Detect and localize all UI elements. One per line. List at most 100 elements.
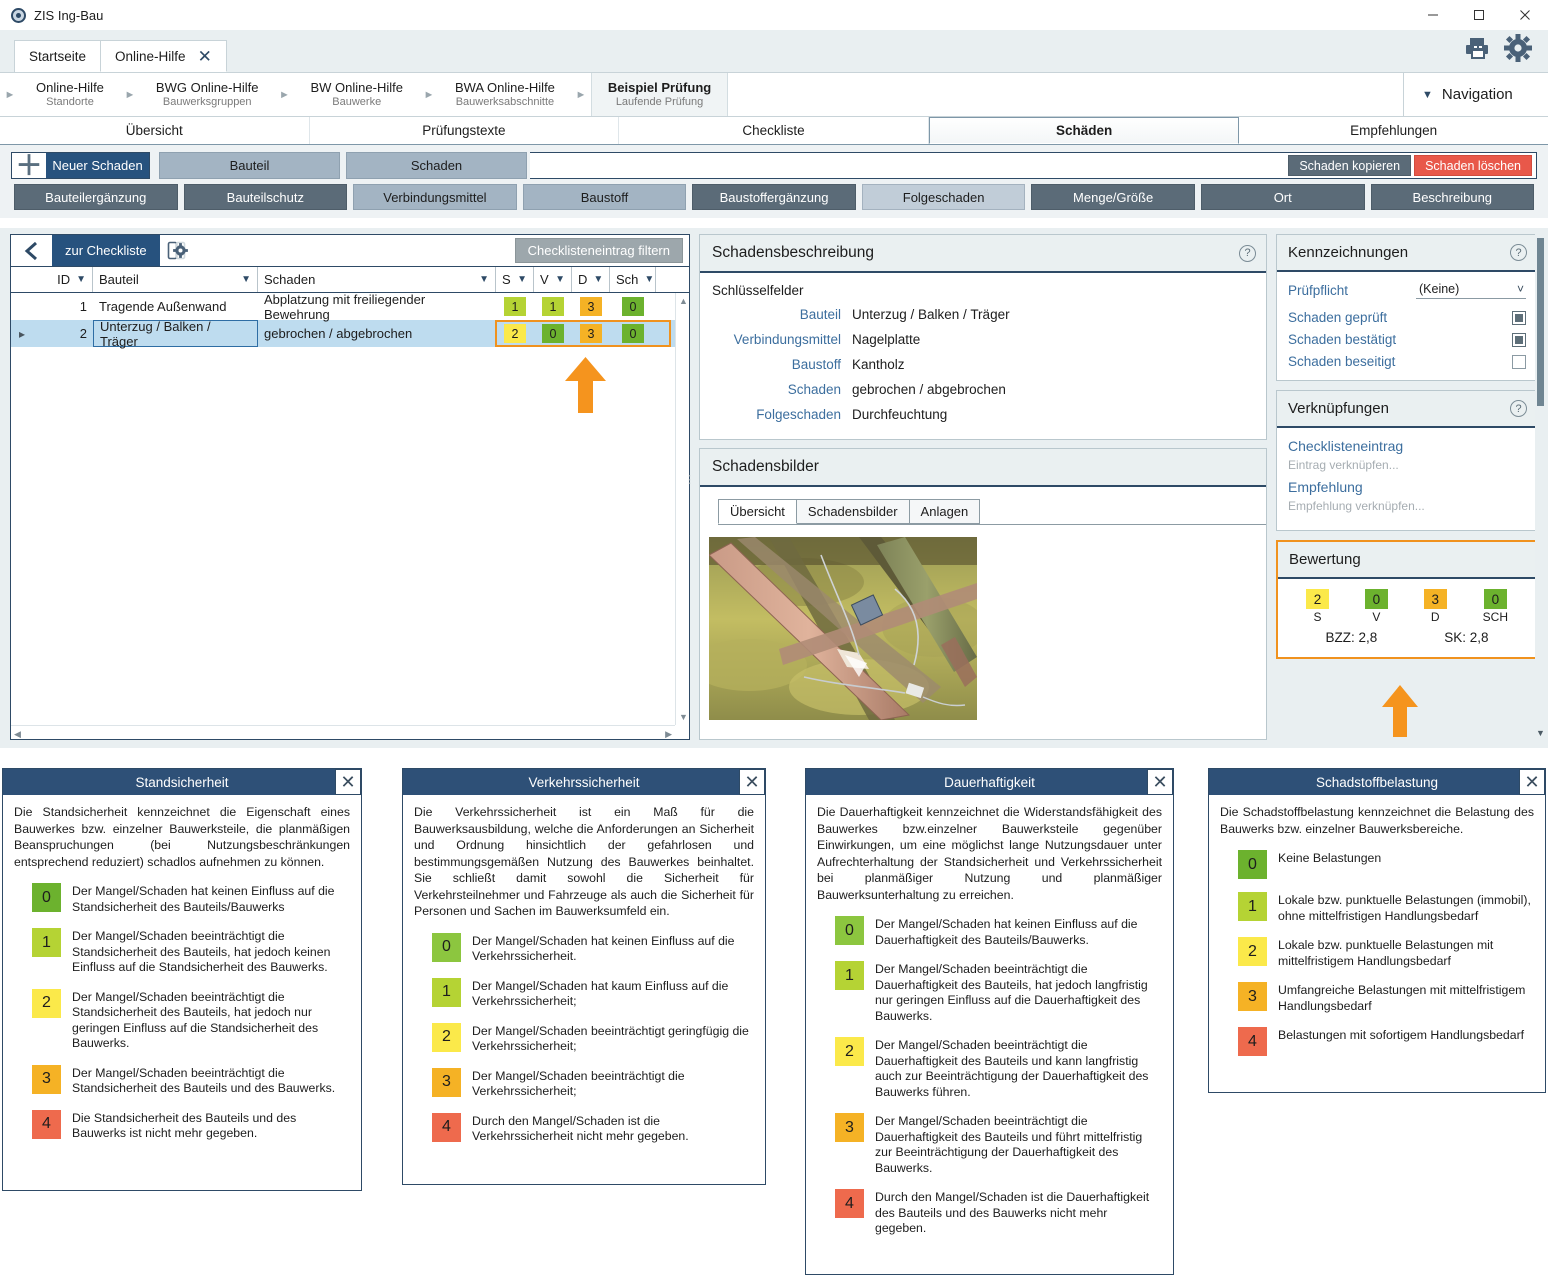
table-row[interactable]: ▸ 2 Unterzug / Balken / Träger gebrochen…	[11, 319, 689, 349]
schaden-beseitigt-checkbox[interactable]	[1512, 354, 1526, 369]
tab-uebersicht[interactable]: Übersicht	[0, 117, 310, 144]
column-header-d[interactable]: D ▼	[572, 267, 610, 292]
scroll-right-icon[interactable]: ▶	[665, 729, 672, 740]
empfehlung-link[interactable]: Empfehlung	[1288, 478, 1526, 497]
close-button[interactable]	[1502, 0, 1548, 30]
filter-icon[interactable]: ▼	[517, 274, 527, 285]
schaden-geprueft-row[interactable]: Schaden geprüft	[1288, 310, 1526, 325]
filter-icon[interactable]: ▼	[479, 274, 489, 285]
tab-startseite[interactable]: Startseite	[14, 40, 102, 72]
table-vscrollbar[interactable]: ▲ ▼	[675, 293, 689, 725]
baustoffergaenzung-button[interactable]: Baustoffergänzung	[692, 184, 856, 210]
checklisteneintrag-filtern-button[interactable]: Checklisteneintrag filtern	[514, 238, 683, 263]
tab-anlagen[interactable]: Anlagen	[908, 499, 981, 524]
help-icon[interactable]: ?	[1239, 244, 1256, 262]
folgeschaden-button[interactable]: Folgeschaden	[861, 184, 1026, 210]
gear-icon[interactable]	[1504, 34, 1532, 67]
tab-pruefungstexte[interactable]: Prüfungstexte	[309, 117, 620, 144]
column-header-bauteil[interactable]: Bauteil ▼	[93, 267, 258, 292]
menge-groesse-button[interactable]: Menge/Größe	[1031, 184, 1195, 210]
filter-icon[interactable]: ▼	[76, 274, 86, 285]
tab-checkliste[interactable]: Checkliste	[619, 117, 929, 144]
row-expander[interactable]	[11, 293, 33, 320]
breadcrumb-item-bw[interactable]: BW Online-Hilfe Bauwerke	[295, 73, 419, 116]
schaden-button[interactable]: Schaden	[346, 152, 527, 179]
scroll-down-icon[interactable]: ▼	[679, 712, 688, 722]
close-icon[interactable]: ✕	[739, 769, 765, 795]
filter-icon[interactable]: ▼	[644, 274, 654, 285]
help-icon[interactable]: ?	[1510, 244, 1527, 261]
scale-value: 4	[835, 1189, 864, 1218]
bauteilschutz-button[interactable]: Bauteilschutz	[183, 184, 348, 210]
close-icon[interactable]: ✕	[1519, 769, 1545, 795]
workspace-vscrollbar[interactable]: ▼	[1535, 234, 1546, 740]
column-label: Sch	[616, 272, 639, 287]
bauteil-button[interactable]: Bauteil	[159, 152, 340, 179]
bauteilergaenzung-button[interactable]: Bauteilergänzung	[14, 184, 178, 210]
tab-schaeden[interactable]: Schäden	[928, 117, 1240, 144]
baustoff-button[interactable]: Baustoff	[522, 184, 687, 210]
breadcrumb-item-bwa[interactable]: BWA Online-Hilfe Bauwerksabschnitte	[439, 73, 571, 116]
schaden-loeschen-button[interactable]: Schaden löschen	[1414, 155, 1532, 176]
close-icon[interactable]: ✕	[1147, 769, 1173, 795]
tab-uebersicht[interactable]: Übersicht	[718, 499, 797, 524]
workspace-scroll-thumb[interactable]	[1537, 238, 1544, 406]
navigation-button[interactable]: ▼ Navigation	[1403, 73, 1548, 116]
table-hscrollbar[interactable]: ◀ ▶	[11, 725, 675, 739]
filter-icon[interactable]: ▼	[593, 274, 603, 285]
beschreibung-button[interactable]: Beschreibung	[1370, 184, 1535, 210]
column-header-sch[interactable]: Sch ▼	[610, 267, 656, 292]
plus-icon[interactable]: ＋	[12, 152, 46, 179]
card-intro: Die Standsicherheit kennzeichnet die Eig…	[14, 805, 350, 869]
field-value: Nagelplatte	[852, 332, 921, 347]
ort-button[interactable]: Ort	[1200, 184, 1365, 210]
chevron-down-icon: ˅	[1516, 282, 1524, 296]
close-icon[interactable]: ✕	[198, 48, 212, 65]
rating-box-v: 0	[542, 324, 564, 343]
column-header-schaden[interactable]: Schaden ▼	[258, 267, 496, 292]
table-settings-gear-icon[interactable]	[160, 235, 200, 266]
scale-item: 0 Der Mangel/Schaden hat keinen Einfluss…	[817, 916, 1162, 948]
schaden-beseitigt-row[interactable]: Schaden beseitigt	[1288, 354, 1526, 369]
minimize-button[interactable]	[1410, 0, 1456, 30]
rating-box-sch: 0	[622, 297, 644, 316]
scroll-down-icon[interactable]: ▼	[1536, 728, 1545, 738]
breadcrumb-item-beispiel-pruefung[interactable]: Beispiel Prüfung Laufende Prüfung	[590, 73, 729, 116]
tab-empfehlungen[interactable]: Empfehlungen	[1239, 117, 1548, 144]
help-icon[interactable]: ?	[1510, 400, 1527, 417]
table-header: ID ▼ Bauteil ▼ Schaden ▼ S ▼ V ▼ D ▼ Sch…	[11, 266, 689, 293]
schaden-kopieren-button[interactable]: Schaden kopieren	[1288, 155, 1412, 176]
column-header-s[interactable]: S ▼	[496, 267, 534, 292]
panel-splitter[interactable]: ⋮	[684, 475, 695, 486]
column-header-id[interactable]: ID ▼	[33, 267, 93, 292]
breadcrumb-item-online-hilfe[interactable]: Online-Hilfe Standorte	[20, 73, 120, 116]
verbindungsmittel-button[interactable]: Verbindungsmittel	[353, 184, 517, 210]
zur-checkliste-button[interactable]: zur Checkliste	[52, 235, 160, 266]
tab-online-hilfe[interactable]: Online-Hilfe ✕	[100, 40, 227, 72]
schaden-bestaetigt-row[interactable]: Schaden bestätigt	[1288, 332, 1526, 347]
breadcrumb-item-bwg[interactable]: BWG Online-Hilfe Bauwerksgruppen	[140, 73, 275, 116]
pruefpflicht-row: Prüfpflicht (Keine) ˅	[1288, 281, 1526, 299]
table-row[interactable]: 1 Tragende Außenwand Abplatzung mit frei…	[11, 292, 689, 322]
filter-icon[interactable]: ▼	[555, 274, 565, 285]
row-expander[interactable]: ▸	[11, 320, 33, 347]
cell-bauteil[interactable]: Unterzug / Balken / Träger	[93, 319, 258, 349]
pruefpflicht-select[interactable]: (Keine) ˅	[1416, 281, 1526, 299]
scroll-up-icon[interactable]: ▲	[679, 296, 688, 306]
tab-schadensbilder[interactable]: Schadensbilder	[795, 499, 910, 524]
checklisteneintrag-link[interactable]: Checklisteneintrag	[1288, 437, 1526, 456]
close-icon[interactable]: ✕	[335, 769, 361, 795]
column-header-v[interactable]: V ▼	[534, 267, 572, 292]
card-title: Standsicherheit	[135, 774, 229, 790]
scroll-left-icon[interactable]: ◀	[14, 729, 21, 740]
schaden-bestaetigt-checkbox[interactable]	[1512, 332, 1526, 347]
maximize-button[interactable]	[1456, 0, 1502, 30]
filter-icon[interactable]: ▼	[241, 274, 251, 285]
schaden-geprueft-checkbox[interactable]	[1512, 310, 1526, 325]
printer-icon[interactable]	[1464, 36, 1490, 65]
scale-item: 3 Umfangreiche Belastungen mit mittelfri…	[1220, 982, 1534, 1014]
neuer-schaden-button[interactable]: Neuer Schaden	[46, 153, 149, 178]
damage-photo-thumbnail[interactable]	[709, 537, 977, 720]
back-chevron-icon[interactable]	[11, 235, 52, 266]
scale-value: 2	[32, 988, 61, 1018]
